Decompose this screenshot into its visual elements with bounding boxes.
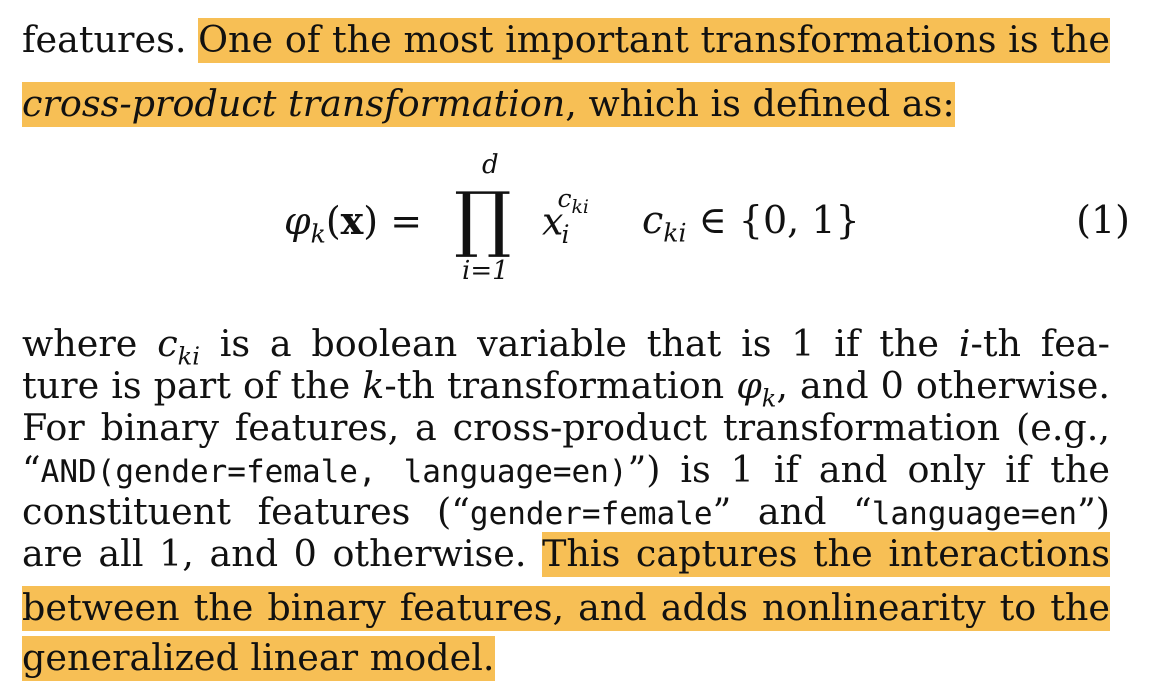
highlighted-italic-term[interactable]: cross-product transformation — [22, 82, 566, 127]
equation-lhs: φk(x) = — [284, 198, 423, 249]
text-line-5: For binary features, a cross-product tra… — [22, 406, 1110, 449]
highlighted-text[interactable]: This captures the interactions — [542, 532, 1110, 577]
text-line-7: constituent features (“gender=female” an… — [22, 490, 1110, 533]
equation-number: (1) — [1076, 198, 1130, 242]
equation-condition: cki ∈ {0, 1} — [642, 198, 860, 248]
product-operator: d ∏ i=1 — [454, 150, 534, 290]
equation-rhs: xicki — [542, 184, 589, 250]
product-symbol: ∏ — [454, 176, 512, 260]
text-line-2: cross-product transformation, which is d… — [22, 82, 1110, 127]
text-line-10: generalized linear model. — [22, 636, 1110, 681]
text-line-1: features. One of the most important tran… — [22, 18, 1111, 63]
text-line-8: are all 1, and 0 otherwise. This capture… — [22, 532, 1110, 577]
highlighted-text[interactable]: between the binary features, and adds no… — [22, 586, 1110, 631]
code-language: language=en — [871, 496, 1078, 532]
highlighted-text[interactable]: generalized linear model. — [22, 636, 495, 681]
text-plain: features. — [22, 18, 199, 61]
highlighted-text[interactable]: One of the most important transformation… — [198, 18, 1111, 63]
highlighted-text[interactable]: , which is defined as: — [565, 82, 955, 127]
text-line-9: between the binary features, and adds no… — [22, 586, 1110, 631]
product-lower-limit: i=1 — [462, 256, 509, 286]
text-line-6: “AND(gender=female, language=en)”) is 1 … — [22, 448, 1111, 491]
paper-excerpt: features. One of the most important tran… — [22, 0, 1130, 698]
code-and-expression: AND(gender=female, language=en) — [40, 454, 628, 490]
equation-1: φk(x) = d ∏ i=1 xicki cki ∈ {0, 1} (1) — [22, 150, 1130, 290]
code-gender: gender=female — [469, 496, 713, 532]
